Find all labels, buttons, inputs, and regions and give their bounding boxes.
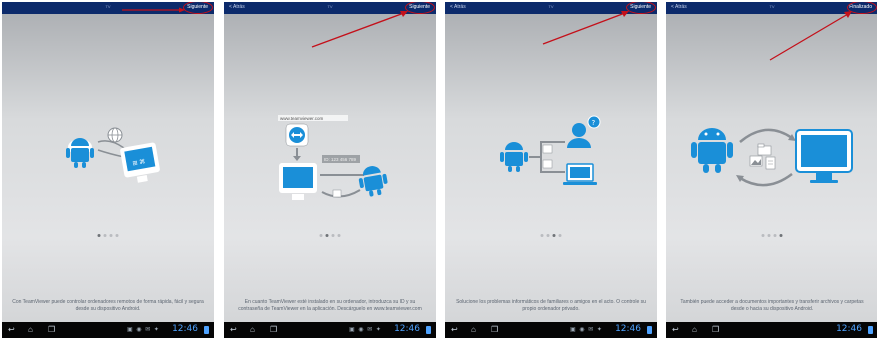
annotation-arrowhead xyxy=(179,7,185,13)
page-dot xyxy=(540,234,544,237)
image-file-icon xyxy=(749,155,763,167)
laptop-icon xyxy=(563,163,597,185)
url-label: www.teamviewer.com xyxy=(280,116,324,121)
recent-apps-icon[interactable]: ❐ xyxy=(712,325,719,334)
android-robot-icon xyxy=(500,142,528,172)
page-indicator xyxy=(761,234,783,237)
page-dot xyxy=(115,234,119,237)
system-navigation-bar: ↩ ⌂ ❐ ▣ ◉ ✉ ✦ 12:46 xyxy=(2,322,214,338)
page-dot xyxy=(319,234,323,237)
document-icon xyxy=(765,156,776,170)
monitor-icon: ⊞ ⌘ xyxy=(120,142,160,183)
battery-icon xyxy=(647,326,652,334)
page-dot xyxy=(103,234,107,237)
teamviewer-logo-icon xyxy=(285,123,309,147)
clock: 12:46 xyxy=(836,324,862,334)
tutorial-caption: También puede acceder a documentos impor… xyxy=(680,299,864,312)
lock-icon xyxy=(332,189,342,198)
status-icons: ▣ ◉ ✉ ✦ xyxy=(349,327,382,333)
android-robot-icon xyxy=(66,138,94,168)
home-icon[interactable]: ⌂ xyxy=(692,325,697,334)
tutorial-panel-2: < Atrás TV Siguiente www.teamviewer.com … xyxy=(224,2,436,338)
clock: 12:46 xyxy=(394,324,420,334)
page-indicator xyxy=(540,234,562,237)
page-dot xyxy=(761,234,765,237)
page-dot xyxy=(331,234,335,237)
annotation-arrow xyxy=(542,12,626,45)
android-robot-icon xyxy=(358,166,388,197)
clock: 12:46 xyxy=(615,324,641,334)
status-icons: ▣ ◉ ✉ ✦ xyxy=(570,327,603,333)
page-dot xyxy=(97,234,101,237)
back-icon[interactable]: ↩ xyxy=(8,325,15,334)
page-dot xyxy=(773,234,777,237)
id-label: ID: 123 456 789 xyxy=(324,157,357,162)
page-dot xyxy=(109,234,113,237)
monitor-icon xyxy=(795,129,853,183)
folder-icon xyxy=(757,143,772,156)
tutorial-panel-3: < Atrás TV Siguiente ? Solucione los pro… xyxy=(445,2,657,338)
annotation-arrow xyxy=(769,13,849,61)
page-dot xyxy=(558,234,562,237)
battery-icon xyxy=(204,326,209,334)
illustration-remote-support: ? xyxy=(500,11,629,185)
page-dot xyxy=(337,234,341,237)
back-icon[interactable]: ↩ xyxy=(451,325,458,334)
recent-apps-icon[interactable]: ❐ xyxy=(491,325,498,334)
tutorial-caption: En cuanto TeamViewer esté instalado en s… xyxy=(238,299,422,312)
lock-icon xyxy=(542,144,553,154)
illustration-install-teamviewer: www.teamviewer.com ID: 123 456 789 xyxy=(278,11,408,200)
home-icon[interactable]: ⌂ xyxy=(250,325,255,334)
back-icon[interactable]: ↩ xyxy=(672,325,679,334)
android-robot-icon xyxy=(691,128,733,173)
page-dot xyxy=(767,234,771,237)
home-icon[interactable]: ⌂ xyxy=(28,325,33,334)
back-icon[interactable]: ↩ xyxy=(230,325,237,334)
page-dot xyxy=(325,234,329,237)
status-icons: ▣ ◉ ✉ ✦ xyxy=(127,327,160,333)
tutorial-panel-1: TV Siguiente ⊞ ⌘ Con TeamViewer puede co… xyxy=(2,2,214,338)
svg-text:?: ? xyxy=(592,119,596,127)
page-dot xyxy=(779,234,783,237)
annotation-arrowhead xyxy=(844,11,852,18)
recent-apps-icon[interactable]: ❐ xyxy=(48,325,55,334)
page-dot xyxy=(552,234,556,237)
battery-icon xyxy=(868,326,873,334)
tutorial-caption: Con TeamViewer puede controlar ordenador… xyxy=(12,299,204,312)
clock: 12:46 xyxy=(172,324,198,334)
tutorial-panel-4: < Atrás TV Finalizado También puede acce… xyxy=(666,2,877,338)
tutorial-caption: Solucione los problemas informáticos de … xyxy=(456,299,646,312)
monitor-icon xyxy=(279,163,317,200)
battery-icon xyxy=(426,326,431,334)
annotation-arrow xyxy=(311,12,405,48)
system-navigation-bar: ↩ ⌂ ❐ 12:46 xyxy=(666,322,877,338)
user-icon: ? xyxy=(567,115,601,148)
globe-icon xyxy=(107,127,123,143)
lock-icon xyxy=(542,159,553,169)
illustration-file-transfer xyxy=(691,11,853,187)
page-dot xyxy=(546,234,550,237)
system-navigation-bar: ↩ ⌂ ❐ ▣ ◉ ✉ ✦ 12:46 xyxy=(445,322,657,338)
page-indicator xyxy=(319,234,341,237)
home-icon[interactable]: ⌂ xyxy=(471,325,476,334)
recent-apps-icon[interactable]: ❐ xyxy=(270,325,277,334)
illustration-remote-control: ⊞ ⌘ xyxy=(66,7,185,183)
system-navigation-bar: ↩ ⌂ ❐ ▣ ◉ ✉ ✦ 12:46 xyxy=(224,322,436,338)
page-indicator xyxy=(97,234,119,237)
